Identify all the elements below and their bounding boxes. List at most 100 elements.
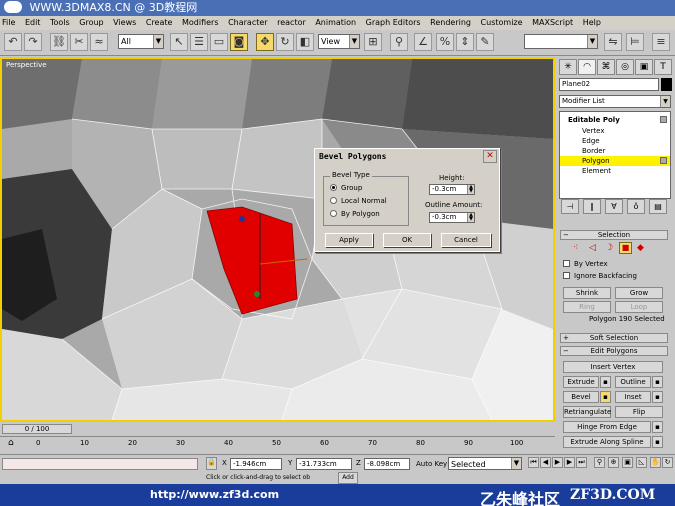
named-selection-dropdown[interactable]: ▼: [524, 34, 598, 49]
undo-icon[interactable]: ↶: [4, 33, 22, 51]
modifier-list-dropdown[interactable]: Modifier List ▼: [559, 95, 671, 108]
viewport-label[interactable]: Perspective: [6, 61, 47, 69]
spinner-snap-icon[interactable]: ⇕: [456, 33, 474, 51]
utilities-tab-icon[interactable]: T: [654, 59, 672, 75]
menu-edit[interactable]: Edit: [25, 18, 41, 27]
key-filter-dropdown[interactable]: Selected ▼: [448, 457, 522, 470]
rect-selection-icon[interactable]: ▭: [210, 33, 228, 51]
move-icon[interactable]: ✥: [256, 33, 274, 51]
lock-selection-icon[interactable]: 🔒: [206, 457, 217, 470]
polygon-mode-icon[interactable]: ■: [619, 242, 632, 254]
zoom-all-icon[interactable]: ⊕: [608, 457, 619, 468]
bevel-button[interactable]: Bevel: [563, 391, 599, 403]
menu-create[interactable]: Create: [146, 18, 173, 27]
stack-item-border[interactable]: Border: [560, 146, 670, 156]
mini-curve-icon[interactable]: ⌂: [8, 438, 14, 448]
height-spinner[interactable]: -0.3cm ▲ ▼: [429, 184, 475, 195]
pivot-icon[interactable]: ⊞: [364, 33, 382, 51]
radio-by-polygon[interactable]: By Polygon: [330, 209, 380, 219]
menu-reactor[interactable]: reactor: [277, 18, 306, 27]
scale-icon[interactable]: ◧: [296, 33, 314, 51]
radio-local-normal[interactable]: Local Normal: [330, 196, 387, 206]
radio-group[interactable]: Group: [330, 183, 362, 193]
go-to-end-icon[interactable]: ⏭: [576, 457, 587, 468]
select-object-icon[interactable]: ↖: [170, 33, 188, 51]
x-coordinate-field[interactable]: -1.946cm: [230, 458, 282, 470]
selection-rollout-header[interactable]: − Selection: [560, 230, 668, 240]
stack-toggle-icon[interactable]: [660, 116, 667, 123]
cancel-button[interactable]: Cancel: [441, 233, 491, 247]
edit-polygons-rollout-header[interactable]: − Edit Polygons: [560, 346, 668, 356]
create-tab-icon[interactable]: ✳: [559, 59, 577, 75]
menu-views[interactable]: Views: [113, 18, 136, 27]
ignore-backfacing-checkbox[interactable]: Ignore Backfacing: [563, 271, 637, 281]
rotate-icon[interactable]: ↻: [276, 33, 294, 51]
hierarchy-tab-icon[interactable]: ⌘: [597, 59, 615, 75]
bind-space-warp-icon[interactable]: ≈: [90, 33, 108, 51]
select-by-name-icon[interactable]: ☰: [190, 33, 208, 51]
configure-sets-icon[interactable]: ▤: [649, 199, 667, 214]
make-unique-icon[interactable]: ∀: [605, 199, 623, 214]
menu-graph-editors[interactable]: Graph Editors: [366, 18, 421, 27]
edge-mode-icon[interactable]: ◁: [589, 243, 596, 253]
extrude-along-spline-button[interactable]: Extrude Along Spline: [563, 436, 651, 448]
menu-file[interactable]: File: [2, 18, 15, 27]
menu-animation[interactable]: Animation: [315, 18, 356, 27]
show-end-result-icon[interactable]: ∥: [583, 199, 601, 214]
extrude-spline-settings-icon[interactable]: ▪: [652, 436, 663, 448]
y-coordinate-field[interactable]: -31.733cm: [296, 458, 352, 470]
insert-vertex-button[interactable]: Insert Vertex: [563, 361, 663, 373]
reference-coord-dropdown[interactable]: View ▼: [318, 34, 360, 49]
arc-rotate-icon[interactable]: ↻: [662, 457, 673, 468]
stack-toggle-icon[interactable]: [660, 157, 667, 164]
modify-tab-icon[interactable]: ◠: [578, 59, 596, 75]
align-icon[interactable]: ⊨: [626, 33, 644, 51]
stack-item-edge[interactable]: Edge: [560, 136, 670, 146]
menu-group[interactable]: Group: [79, 18, 103, 27]
close-icon[interactable]: ✕: [483, 150, 497, 163]
redo-icon[interactable]: ↷: [24, 33, 42, 51]
outline-amount-spinner[interactable]: -0.3cm ▲ ▼: [429, 212, 475, 223]
menu-modifiers[interactable]: Modifiers: [182, 18, 219, 27]
extrude-button[interactable]: Extrude: [563, 376, 599, 388]
play-icon[interactable]: ▶: [552, 457, 563, 468]
stack-item-editable-poly[interactable]: Editable Poly: [560, 115, 670, 125]
zoom-extents-icon[interactable]: ▣: [622, 457, 633, 468]
outline-settings-icon[interactable]: ▪: [652, 376, 663, 388]
outline-button[interactable]: Outline: [615, 376, 651, 388]
spinner-arrows-icon[interactable]: ▲ ▼: [467, 213, 474, 222]
field-of-view-icon[interactable]: ◺: [636, 457, 647, 468]
spinner-arrows-icon[interactable]: ▲ ▼: [467, 185, 474, 194]
stack-item-polygon[interactable]: Polygon: [560, 156, 670, 166]
by-vertex-checkbox[interactable]: By Vertex: [563, 259, 608, 269]
remove-modifier-icon[interactable]: ǒ: [627, 199, 645, 214]
angle-snap-icon[interactable]: ∠: [414, 33, 432, 51]
flip-button[interactable]: Flip: [615, 406, 663, 418]
previous-frame-icon[interactable]: ◀: [540, 457, 551, 468]
ring-button[interactable]: Ring: [563, 301, 611, 313]
menu-character[interactable]: Character: [228, 18, 268, 27]
border-mode-icon[interactable]: ☽: [605, 243, 613, 253]
bevel-settings-icon[interactable]: ▪: [600, 391, 611, 403]
auto-key-button[interactable]: Auto Key: [416, 458, 447, 470]
z-coordinate-field[interactable]: -8.098cm: [364, 458, 410, 470]
percent-snap-icon[interactable]: %: [436, 33, 454, 51]
shrink-button[interactable]: Shrink: [563, 287, 611, 299]
inset-button[interactable]: Inset: [615, 391, 651, 403]
unlink-icon[interactable]: ✂: [70, 33, 88, 51]
track-bar[interactable]: ⌂ 0 10 20 30 40 50 60 70 80 90 100: [0, 436, 555, 454]
motion-tab-icon[interactable]: ◎: [616, 59, 634, 75]
extrude-settings-icon[interactable]: ▪: [600, 376, 611, 388]
inset-settings-icon[interactable]: ▪: [652, 391, 663, 403]
hinge-from-edge-button[interactable]: Hinge From Edge: [563, 421, 651, 433]
soft-selection-rollout-header[interactable]: + Soft Selection: [560, 333, 668, 343]
next-frame-icon[interactable]: ▶: [564, 457, 575, 468]
menu-maxscript[interactable]: MAXScript: [532, 18, 573, 27]
edit-named-selection-icon[interactable]: ✎: [476, 33, 494, 51]
apply-button[interactable]: Apply: [325, 233, 373, 247]
maxscript-listener[interactable]: [2, 458, 198, 470]
snap-icon[interactable]: ⚲: [390, 33, 408, 51]
window-crossing-icon[interactable]: ◙: [230, 33, 248, 51]
pin-stack-icon[interactable]: ⊣: [561, 199, 579, 214]
object-name-field[interactable]: Plane02: [559, 78, 659, 91]
